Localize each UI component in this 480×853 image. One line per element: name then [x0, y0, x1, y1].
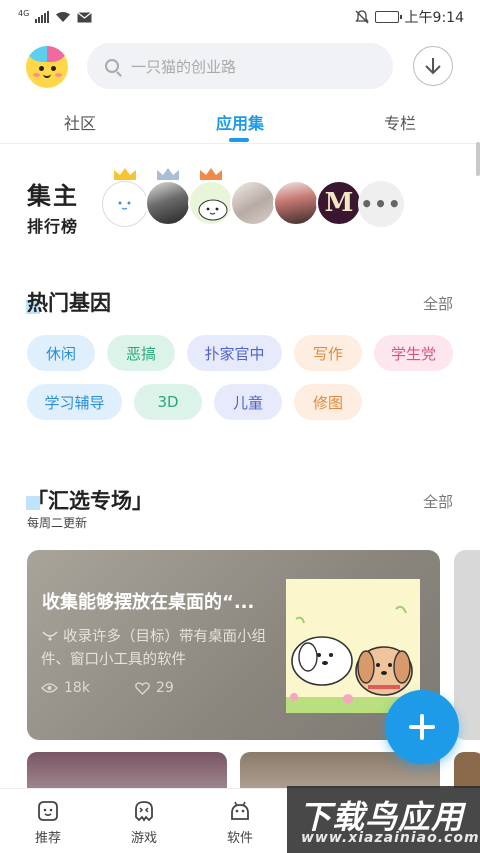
tag-3d[interactable]: 3D [134, 384, 202, 420]
tag-casual[interactable]: 休闲 [27, 335, 95, 371]
tag-tutoring[interactable]: 学习辅导 [27, 384, 122, 420]
card-description-text: 收录许多（目标）带有桌面小组件、窗口小工具的软件 [41, 629, 266, 668]
watermark: 下载鸟应用 www.xiazainiao.com [287, 786, 480, 853]
mini-card[interactable] [27, 752, 227, 792]
status-bar: 4G 上午9:14 [0, 0, 480, 34]
ranking-more-button[interactable]: ••• [358, 181, 404, 227]
rank-avatar-6[interactable]: M [316, 180, 362, 226]
gold-crown-icon [114, 168, 136, 180]
collection-card[interactable]: 收集能够摆放在桌面的“... 收录许多（目标）带有桌面小组件、窗口小工具的软件 … [27, 550, 440, 740]
card-likes[interactable]: 29 [135, 680, 174, 696]
search-placeholder: 一只猫的创业路 [131, 57, 237, 76]
card-title: 收集能够摆放在桌面的“... [42, 592, 255, 613]
gene-icon [42, 631, 58, 641]
nav-recommend-label: 推荐 [34, 831, 61, 846]
search-icon [105, 59, 119, 73]
heart-icon [135, 681, 150, 695]
collection-all-link[interactable]: 全部 [423, 491, 453, 512]
watermark-url: www.xiazainiao.com [301, 830, 480, 846]
card-views: 18k [41, 680, 90, 696]
scrollbar[interactable] [476, 142, 480, 176]
add-button[interactable] [385, 690, 459, 764]
more-dots-icon: ••• [360, 192, 402, 216]
ranking-title-sub: 排行榜 [27, 217, 79, 236]
clock: 上午9:14 [404, 10, 464, 26]
avatar[interactable] [26, 46, 68, 88]
wifi-icon [56, 12, 71, 22]
tag-official[interactable]: 扑家官中 [187, 335, 282, 371]
nav-software[interactable]: 软件 [210, 799, 270, 846]
collection-title: 「汇选专场」 [27, 489, 153, 513]
hot-genes-all-link[interactable]: 全部 [423, 293, 453, 314]
nav-games[interactable]: 游戏 [114, 799, 174, 846]
ranking-title[interactable]: 集主 排行榜 [27, 176, 79, 237]
dogs-illustration [286, 605, 420, 713]
tab-bar: 社区 应用集 专栏 [0, 104, 480, 144]
recommend-icon [38, 801, 58, 821]
next-card-peek[interactable] [454, 550, 480, 740]
nav-recommend[interactable]: 推荐 [18, 799, 78, 846]
top-bar: 一只猫的创业路 [0, 40, 480, 92]
tab-indicator [229, 138, 249, 142]
mute-icon [354, 10, 369, 24]
android-icon [231, 801, 249, 820]
signal-icon [35, 11, 50, 23]
collection-subtitle: 每周二更新 [27, 516, 88, 530]
mail-icon [77, 11, 93, 22]
card-description: 收录许多（目标）带有桌面小组件、窗口小工具的软件 [41, 626, 276, 672]
tag-funny[interactable]: 恶搞 [107, 335, 175, 371]
card-thumbnail [286, 579, 420, 713]
download-icon [425, 58, 441, 75]
plus-icon [409, 714, 435, 740]
tag-student[interactable]: 学生党 [374, 335, 453, 371]
hot-genes-title: 热门基因 [27, 291, 111, 315]
tab-app-collections[interactable]: 应用集 [216, 110, 264, 134]
nav-games-label: 游戏 [130, 831, 157, 846]
card-likes-count: 29 [156, 680, 174, 696]
tag-photo-edit[interactable]: 修图 [294, 384, 362, 420]
rank-avatar-3[interactable] [188, 180, 234, 226]
monogram-avatar-icon: M [324, 188, 354, 218]
eye-icon [41, 683, 58, 693]
tab-columns[interactable]: 专栏 [384, 110, 416, 134]
tag-writing[interactable]: 写作 [294, 335, 362, 371]
rank-avatar-5[interactable] [273, 180, 319, 226]
nav-software-label: 软件 [226, 831, 253, 846]
card-views-count: 18k [64, 680, 90, 696]
rank-avatar-1[interactable] [102, 181, 148, 227]
app-screen: { "status_bar": { "network": "4G", "time… [0, 0, 480, 853]
game-icon [135, 801, 153, 822]
rank-avatar-4[interactable] [230, 180, 276, 226]
tag-children[interactable]: 儿童 [214, 384, 282, 420]
network-label: 4G [18, 8, 30, 18]
rank-avatar-2[interactable] [145, 180, 191, 226]
frog-avatar-icon [198, 199, 228, 221]
battery-icon [374, 11, 402, 23]
ghost-avatar-icon [118, 201, 131, 210]
search-input[interactable]: 一只猫的创业路 [87, 43, 393, 89]
ranking-title-main: 集主 [27, 182, 79, 210]
download-button[interactable] [413, 46, 453, 86]
tab-community[interactable]: 社区 [64, 110, 96, 134]
